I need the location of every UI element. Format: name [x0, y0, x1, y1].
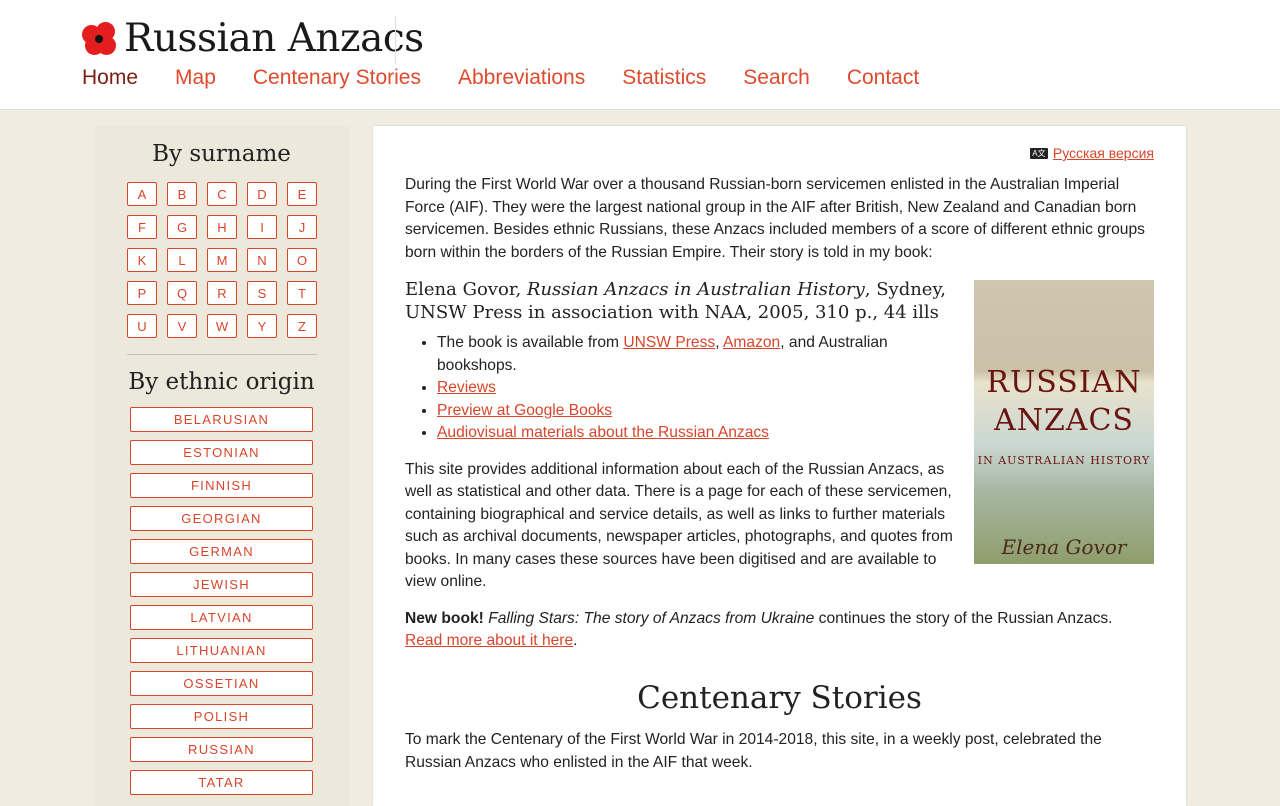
site-header: Russian Anzacs Home Map Centenary Storie… [0, 0, 1280, 110]
letter-q-button[interactable]: Q [167, 281, 197, 305]
ethnic-list: BELARUSIAN ESTONIAN FINNISH GEORGIAN GER… [130, 407, 313, 795]
centenary-heading: Centenary Stories [637, 679, 922, 716]
audiovisual-link[interactable]: Audiovisual materials about the Russian … [437, 424, 769, 441]
letter-a-button[interactable]: A [127, 182, 157, 206]
nav-abbreviations[interactable]: Abbreviations [458, 66, 585, 90]
letter-v-button[interactable]: V [167, 314, 197, 338]
letter-j-button[interactable]: J [287, 215, 317, 239]
letter-t-button[interactable]: T [287, 281, 317, 305]
ethnic-heading: By ethnic origin [128, 369, 315, 395]
new-book-notice: New book! Falling Stars: The story of An… [405, 608, 1154, 653]
ethnic-estonian-button[interactable]: ESTONIAN [130, 440, 313, 465]
letter-s-button[interactable]: S [247, 281, 277, 305]
ethnic-polish-button[interactable]: POLISH [130, 704, 313, 729]
nav-home[interactable]: Home [82, 66, 138, 90]
ethnic-latvian-button[interactable]: LATVIAN [130, 605, 313, 630]
ethnic-jewish-button[interactable]: JEWISH [130, 572, 313, 597]
ethnic-finnish-button[interactable]: FINNISH [130, 473, 313, 498]
article: During the First World War over a thousa… [405, 174, 1154, 774]
letter-c-button[interactable]: C [207, 182, 237, 206]
letter-w-button[interactable]: W [207, 314, 237, 338]
ethnic-georgian-button[interactable]: GEORGIAN [130, 506, 313, 531]
letter-o-button[interactable]: O [287, 248, 317, 272]
ethnic-belarusian-button[interactable]: BELARUSIAN [130, 407, 313, 432]
google-books-link[interactable]: Preview at Google Books [437, 402, 612, 419]
letter-n-button[interactable]: N [247, 248, 277, 272]
sidebar: By surname A B C D E F G H I J K L M N O… [94, 126, 349, 806]
main-content: A文 Русская версия During the First World… [373, 126, 1186, 806]
ethnic-german-button[interactable]: GERMAN [130, 539, 313, 564]
surname-letters: A B C D E F G H I J K L M N O P Q R S T … [127, 182, 349, 338]
letter-y-button[interactable]: Y [247, 314, 277, 338]
period: . [573, 632, 578, 649]
nav-statistics[interactable]: Statistics [622, 66, 706, 90]
new-book-label: New book! [405, 609, 484, 627]
book-cover-image: RUSSIAN ANZACS IN AUSTRALIAN HISTORY Ele… [974, 280, 1154, 564]
site-logo[interactable]: Russian Anzacs [82, 16, 424, 61]
unsw-press-link[interactable]: UNSW Press [623, 334, 715, 351]
new-book-title: Falling Stars: The story of Anzacs from … [488, 609, 815, 627]
availability-separator: , [715, 334, 724, 351]
main-nav: Home Map Centenary Stories Abbreviations… [82, 66, 919, 90]
letter-i-button[interactable]: I [247, 215, 277, 239]
new-book-text: continues the story of the Russian Anzac… [814, 609, 1113, 627]
letter-l-button[interactable]: L [167, 248, 197, 272]
letter-p-button[interactable]: P [127, 281, 157, 305]
translate-icon: A文 [1029, 147, 1048, 159]
letter-f-button[interactable]: F [127, 215, 157, 239]
nav-search[interactable]: Search [743, 66, 810, 90]
reviews-link[interactable]: Reviews [437, 379, 496, 396]
cover-title-line1: RUSSIAN [986, 365, 1142, 400]
centenary-text: To mark the Centenary of the First World… [405, 731, 1102, 771]
ethnic-lithuanian-button[interactable]: LITHUANIAN [130, 638, 313, 663]
citation-title: Russian Anzacs in Australian History [526, 279, 865, 300]
availability-prefix: The book is available from [437, 334, 624, 351]
cover-title-line2: ANZACS [994, 403, 1134, 438]
sidebar-divider [126, 354, 317, 355]
ethnic-tatar-button[interactable]: TATAR [130, 770, 313, 795]
poppy-icon [82, 21, 116, 56]
letter-u-button[interactable]: U [127, 314, 157, 338]
letter-d-button[interactable]: D [247, 182, 277, 206]
russian-version-link[interactable]: Русская версия [1053, 145, 1154, 161]
ethnic-russian-button[interactable]: RUSSIAN [130, 737, 313, 762]
nav-contact[interactable]: Contact [847, 66, 919, 90]
letter-h-button[interactable]: H [207, 215, 237, 239]
letter-m-button[interactable]: M [207, 248, 237, 272]
letter-k-button[interactable]: K [127, 248, 157, 272]
letter-z-button[interactable]: Z [287, 314, 317, 338]
language-switch: A文 Русская версия [1029, 145, 1154, 161]
citation-author: Elena Govor, [405, 279, 522, 300]
surname-heading: By surname [152, 141, 291, 167]
amazon-link[interactable]: Amazon [723, 334, 780, 351]
letter-e-button[interactable]: E [287, 182, 317, 206]
cover-author: Elena Govor [1001, 534, 1127, 559]
letter-r-button[interactable]: R [207, 281, 237, 305]
read-more-link[interactable]: Read more about it here [405, 632, 573, 649]
site-title: Russian Anzacs [124, 16, 424, 61]
nav-map[interactable]: Map [175, 66, 216, 90]
intro-text: During the First World War over a thousa… [405, 176, 1145, 261]
letter-g-button[interactable]: G [167, 215, 197, 239]
cover-subtitle: IN AUSTRALIAN HISTORY [977, 454, 1151, 467]
nav-centenary-stories[interactable]: Centenary Stories [253, 66, 421, 90]
ethnic-ossetian-button[interactable]: OSSETIAN [130, 671, 313, 696]
letter-b-button[interactable]: B [167, 182, 197, 206]
logo-divider [395, 16, 396, 64]
